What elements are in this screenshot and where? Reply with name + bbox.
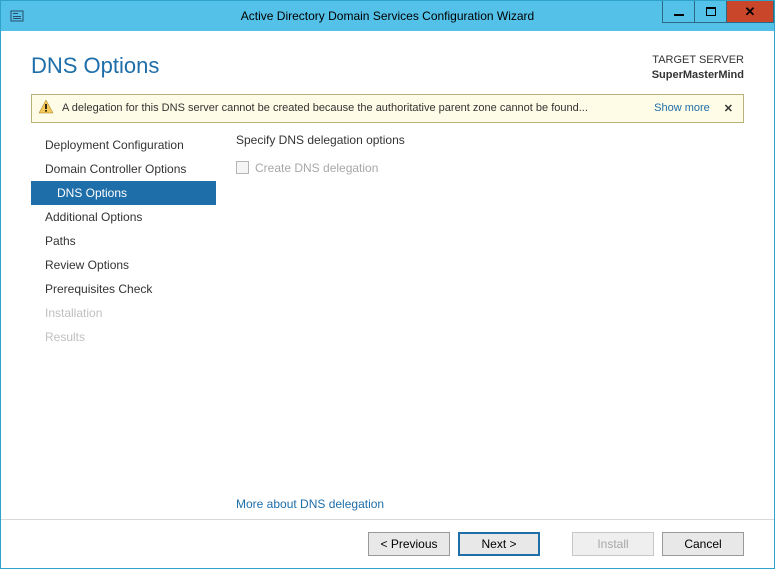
sidebar-item-results: Results — [31, 325, 216, 349]
sidebar-item-paths[interactable]: Paths — [31, 229, 216, 253]
page-header: DNS Options TARGET SERVER SuperMasterMin… — [1, 31, 774, 94]
create-dns-delegation-label: Create DNS delegation — [255, 161, 378, 175]
sidebar-item-domain-controller-options[interactable]: Domain Controller Options — [31, 157, 216, 181]
previous-button[interactable]: < Previous — [368, 532, 450, 556]
next-button[interactable]: Next > — [458, 532, 540, 556]
sidebar-item-dns-options[interactable]: DNS Options — [31, 181, 216, 205]
wizard-footer: < Previous Next > Install Cancel — [1, 519, 774, 568]
app-icon — [9, 8, 25, 24]
content-panel: Specify DNS delegation options Create DN… — [216, 133, 744, 519]
target-server-value: SuperMasterMind — [652, 68, 744, 83]
minimize-icon — [674, 14, 684, 16]
more-about-dns-delegation-link[interactable]: More about DNS delegation — [236, 497, 744, 511]
wizard-window: Active Directory Domain Services Configu… — [0, 0, 775, 569]
create-dns-delegation-row: Create DNS delegation — [236, 161, 744, 175]
sidebar-item-deployment-configuration[interactable]: Deployment Configuration — [31, 133, 216, 157]
window-title: Active Directory Domain Services Configu… — [1, 9, 774, 23]
warning-banner: A delegation for this DNS server cannot … — [31, 94, 744, 123]
install-button: Install — [572, 532, 654, 556]
content-heading: Specify DNS delegation options — [236, 133, 744, 147]
maximize-button[interactable] — [694, 1, 726, 23]
wizard-steps-sidebar: Deployment Configuration Domain Controll… — [31, 133, 216, 519]
maximize-icon — [706, 7, 716, 16]
window-controls: ✕ — [662, 1, 774, 31]
dismiss-warning-button[interactable]: ✕ — [720, 102, 737, 115]
minimize-button[interactable] — [662, 1, 694, 23]
create-dns-delegation-checkbox — [236, 161, 249, 174]
warning-icon — [38, 99, 54, 118]
sidebar-item-additional-options[interactable]: Additional Options — [31, 205, 216, 229]
sidebar-item-review-options[interactable]: Review Options — [31, 253, 216, 277]
target-server-box: TARGET SERVER SuperMasterMind — [652, 53, 744, 84]
warning-message: A delegation for this DNS server cannot … — [62, 102, 644, 114]
title-bar[interactable]: Active Directory Domain Services Configu… — [1, 1, 774, 31]
show-more-link[interactable]: Show more — [654, 102, 710, 114]
cancel-button[interactable]: Cancel — [662, 532, 744, 556]
sidebar-item-installation: Installation — [31, 301, 216, 325]
page-title: DNS Options — [31, 53, 159, 79]
target-server-label: TARGET SERVER — [652, 53, 744, 68]
sidebar-item-prerequisites-check[interactable]: Prerequisites Check — [31, 277, 216, 301]
wizard-body: Deployment Configuration Domain Controll… — [1, 133, 774, 519]
close-icon: ✕ — [745, 5, 756, 18]
close-button[interactable]: ✕ — [726, 1, 774, 23]
